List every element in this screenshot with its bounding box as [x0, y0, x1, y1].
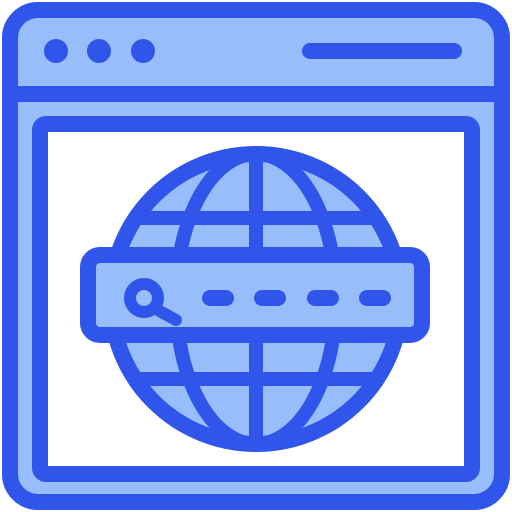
window-dot-3 — [131, 39, 155, 63]
search-bar — [80, 247, 430, 343]
web-search-browser-icon — [2, 2, 510, 510]
icon-canvas — [0, 0, 512, 512]
window-dot-1 — [44, 39, 68, 63]
window-dot-2 — [87, 39, 111, 63]
window-dots — [44, 39, 155, 63]
